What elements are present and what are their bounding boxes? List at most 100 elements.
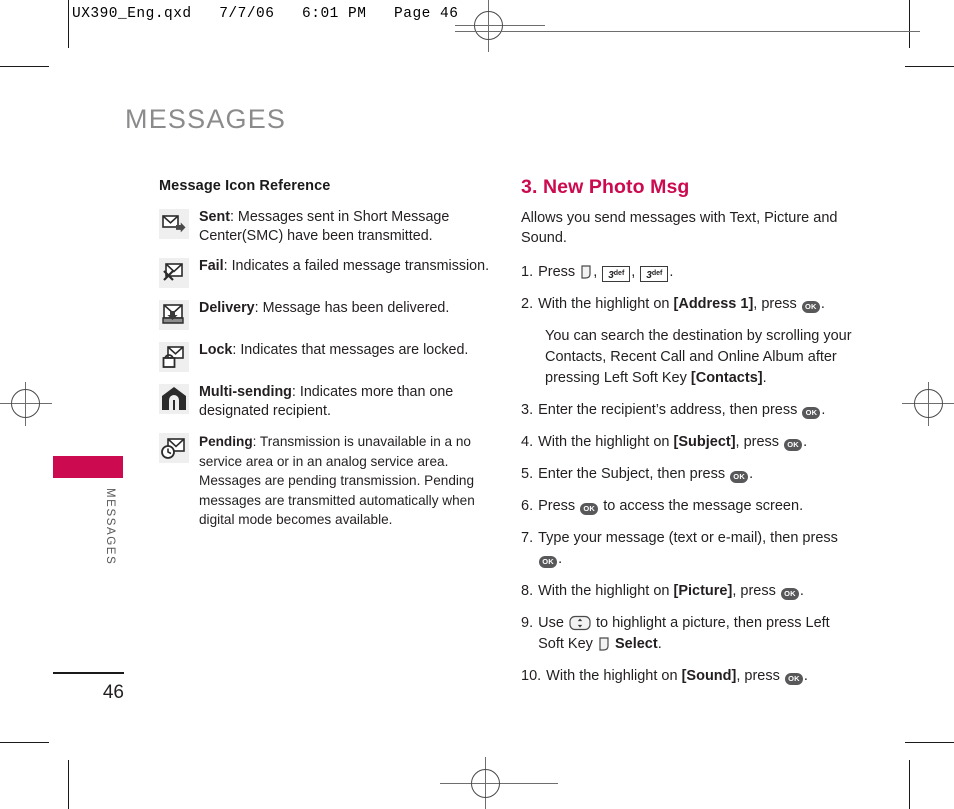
- step-number: 7.: [521, 530, 534, 546]
- step-text: With the highlight on [Address 1], press…: [538, 296, 825, 313]
- left-soft-key-icon: [598, 637, 610, 651]
- message-icon-text: : Indicates that messages are locked.: [232, 342, 469, 358]
- locked-message-icon: [159, 341, 199, 372]
- step-number: 2.: [521, 296, 534, 312]
- crop-mark-bottom-left-h: [0, 742, 49, 743]
- procedure-step: 6. Press OK to access the message screen.: [521, 496, 856, 517]
- message-icon-row: Multi-sending: Indicates more than one d…: [159, 383, 499, 421]
- margin-tab-label: MESSAGES: [104, 488, 116, 566]
- delivered-message-icon: [159, 299, 199, 330]
- printer-slug: UX390_Eng.qxd 7/7/06 6:01 PM Page 46: [72, 6, 459, 22]
- message-icon-reference-list: Sent: Messages sent in Short Message Cen…: [159, 208, 499, 530]
- emphasis-text: [Picture]: [673, 583, 733, 599]
- ok-key-icon: OK: [801, 301, 820, 313]
- ok-key-icon: OK: [539, 556, 558, 568]
- left-soft-key-icon: [580, 265, 592, 279]
- step-number: 8.: [521, 583, 534, 599]
- message-icon-term: Fail: [199, 258, 224, 274]
- crop-mark-bottom-right-h: [905, 742, 954, 743]
- crop-mark-top-left-h: [0, 66, 49, 67]
- procedure-step: 7. Type your message (text or e-mail), th…: [521, 528, 856, 570]
- procedure-step: 9. Use to highlight a picture, then press…: [521, 613, 856, 655]
- step-number: 5.: [521, 466, 534, 482]
- message-icon-term: Multi-sending: [199, 384, 292, 400]
- message-icon-row: Lock: Indicates that messages are locked…: [159, 341, 499, 372]
- pending-message-icon: [159, 432, 199, 463]
- crop-mark-bottom-right-v: [909, 760, 910, 809]
- left-column-subhead: Message Icon Reference: [159, 178, 331, 194]
- message-icon-term: Pending: [199, 434, 253, 449]
- right-column: 3. New Photo Msg Allows you send message…: [521, 176, 856, 698]
- emphasis-text: [Sound]: [681, 668, 737, 684]
- step-text: Enter the Subject, then press OK.: [538, 466, 754, 483]
- step-note: You can search the destination by scroll…: [545, 328, 852, 386]
- step-number: 4.: [521, 434, 534, 450]
- section-intro: Allows you send messages with Text, Pict…: [521, 210, 838, 246]
- step-text: With the highlight on [Picture], press O…: [538, 583, 804, 600]
- message-icon-term: Lock: [199, 342, 233, 358]
- step-number: 1.: [521, 264, 534, 280]
- number-key-icon: 3def: [602, 266, 631, 282]
- procedure-step: 2. With the highlight on [Address 1], pre…: [521, 294, 856, 315]
- step-text: Press OK to access the message screen.: [538, 498, 804, 515]
- running-head: MESSAGES: [125, 104, 287, 134]
- emphasis-text: Select: [610, 636, 658, 652]
- message-icon-description: Fail: Indicates a failed message transmi…: [199, 257, 499, 276]
- folio-rule: [53, 672, 124, 674]
- message-icon-row: Sent: Messages sent in Short Message Cen…: [159, 208, 499, 246]
- sent-message-icon: [159, 208, 199, 239]
- step-text: Press , 3def, 3def.: [538, 264, 674, 282]
- ok-key-icon: OK: [802, 407, 821, 419]
- message-icon-term: Sent: [199, 209, 230, 225]
- message-icon-description: Multi-sending: Indicates more than one d…: [199, 383, 499, 421]
- message-icon-description: Sent: Messages sent in Short Message Cen…: [199, 208, 499, 246]
- crop-mark-top-right-h: [905, 66, 954, 67]
- emphasis-text: [Contacts]: [690, 370, 763, 386]
- number-key-letters: def: [613, 270, 625, 277]
- step-number: 3.: [521, 402, 534, 418]
- multi-sending-icon: [159, 383, 199, 414]
- page-edge-left-lower: [68, 760, 69, 809]
- number-key-icon: 3def: [640, 266, 669, 282]
- step-text: With the highlight on [Subject], press O…: [538, 434, 808, 451]
- page-number: 46: [102, 682, 124, 703]
- ok-key-icon: OK: [784, 439, 803, 451]
- step-number: 9.: [521, 615, 534, 631]
- ok-key-icon: OK: [580, 503, 599, 515]
- number-key-letters: def: [651, 270, 663, 277]
- ok-key-icon: OK: [784, 673, 803, 685]
- procedure-step: 4. With the highlight on [Subject], press…: [521, 432, 856, 453]
- step-number: 10.: [521, 668, 542, 684]
- message-icon-description: Pending: Transmission is unavailable in …: [199, 432, 499, 530]
- message-icon-text: : Messages sent in Short Message Center(…: [199, 209, 450, 244]
- procedure-step: 5. Enter the Subject, then press OK.: [521, 464, 856, 485]
- message-icon-description: Lock: Indicates that messages are locked…: [199, 341, 499, 360]
- failed-message-icon: [159, 257, 199, 288]
- procedure-step: 8. With the highlight on [Picture], press…: [521, 581, 856, 602]
- page-edge-left: [68, 0, 69, 48]
- emphasis-text: [Address 1]: [673, 296, 754, 312]
- registration-mark-bottom: [440, 757, 558, 809]
- step-text: Type your message (text or e-mail), then…: [538, 530, 838, 568]
- margin-tab-bar: [53, 456, 123, 478]
- ok-key-icon: OK: [780, 588, 799, 600]
- step-text: Use to highlight a picture, then press L…: [538, 615, 830, 652]
- message-icon-text: : Indicates a failed message transmissio…: [223, 258, 490, 274]
- message-icon-term: Delivery: [199, 300, 255, 316]
- left-column: Message Icon Reference Sent: Messages se…: [159, 178, 499, 541]
- message-icon-row: Pending: Transmission is unavailable in …: [159, 432, 499, 530]
- registration-mark-left: [0, 382, 52, 426]
- crop-mark-top-right-v: [909, 0, 910, 48]
- message-icon-text: : Message has been delivered.: [254, 300, 450, 316]
- step-text: Enter the recipient’s address, then pres…: [538, 402, 826, 419]
- registration-mark-right: [902, 382, 954, 426]
- message-icon-row: Delivery: Message has been delivered.: [159, 299, 499, 330]
- step-text: With the highlight on [Sound], press OK.: [546, 668, 808, 685]
- registration-mark-top: [455, 0, 545, 52]
- emphasis-text: [Subject]: [673, 434, 736, 450]
- section-heading: 3. New Photo Msg: [521, 176, 690, 198]
- procedure-step: 1. Press , 3def, 3def.: [521, 262, 856, 283]
- ok-key-icon: OK: [730, 471, 749, 483]
- step-number: 6.: [521, 498, 534, 514]
- procedure-step: 3. Enter the recipient’s address, then pr…: [521, 400, 856, 421]
